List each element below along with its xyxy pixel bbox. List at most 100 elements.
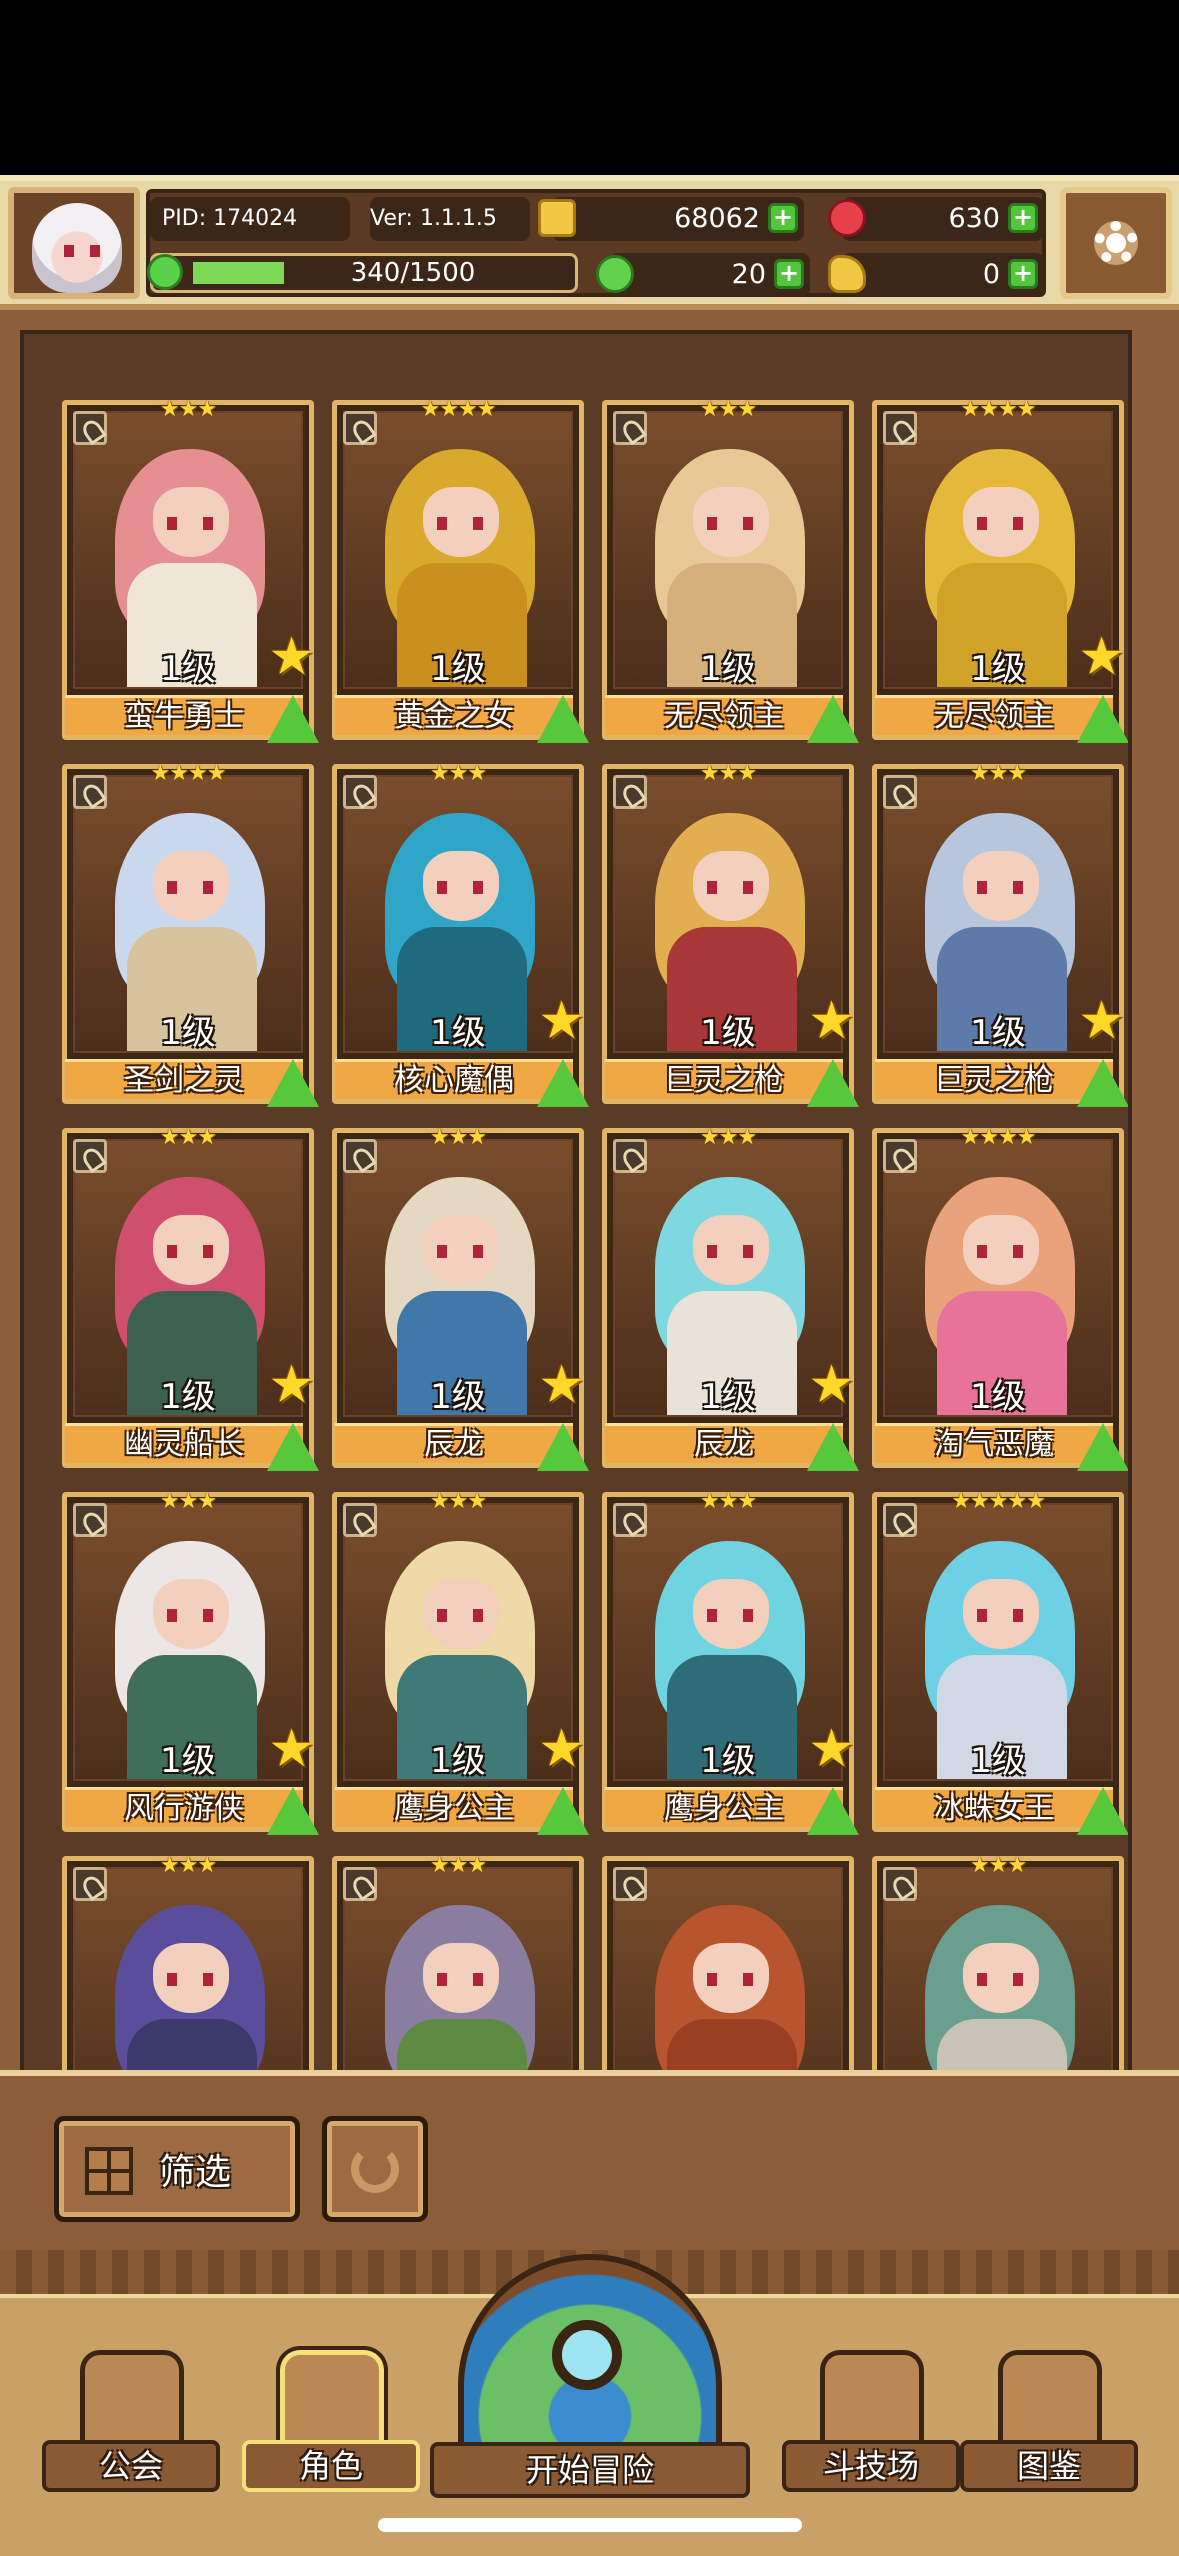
character-portrait bbox=[73, 1867, 303, 2070]
portrait-eye bbox=[707, 1245, 717, 1258]
character-level: 1级 bbox=[970, 1377, 1026, 1417]
star-rating: ★★★ bbox=[969, 761, 1027, 786]
character-card[interactable]: ★★★ 1级 ★ 核心魔偶 bbox=[332, 761, 589, 1107]
favorite-star-icon: ★ bbox=[1078, 627, 1125, 687]
character-card[interactable]: ★★★ 1级 ★ 鹰身公主 bbox=[332, 1489, 589, 1835]
favorite-star-icon: ★ bbox=[538, 991, 585, 1051]
portrait-eye bbox=[473, 1609, 483, 1622]
gold-counter: 68062 + bbox=[538, 197, 804, 241]
refresh-button[interactable] bbox=[322, 2116, 428, 2222]
avatar-face bbox=[32, 203, 122, 293]
character-card[interactable]: ★★★ bbox=[872, 1853, 1124, 2070]
character-card[interactable]: ★★★ 1级 ★ 辰龙 bbox=[332, 1125, 589, 1471]
upgrade-arrow-icon bbox=[807, 695, 859, 743]
character-portrait bbox=[883, 1867, 1113, 2070]
gold-coin-icon bbox=[538, 199, 576, 237]
upgrade-arrow-icon bbox=[807, 1787, 859, 1835]
upgrade-arrow-icon bbox=[1077, 1787, 1128, 1835]
grid-icon bbox=[85, 2147, 133, 2195]
character-card[interactable]: ★★★ 1级 ★ 蛮牛勇士 bbox=[62, 397, 319, 743]
upgrade-arrow-icon bbox=[807, 1423, 859, 1471]
star-rating: ★★★ bbox=[159, 1489, 217, 1514]
portrait-face bbox=[423, 1215, 499, 1285]
portrait-eye bbox=[167, 1973, 177, 1986]
star-rating: ★★★ bbox=[699, 761, 757, 786]
star-rating: ★★★ bbox=[159, 397, 217, 422]
settings-button[interactable] bbox=[1060, 187, 1172, 299]
upgrade-arrow-icon bbox=[267, 1059, 319, 1107]
portrait-eye bbox=[707, 517, 717, 530]
character-card[interactable] bbox=[602, 1856, 854, 2070]
portrait-face bbox=[963, 487, 1039, 557]
favorite-star-icon: ★ bbox=[268, 1719, 315, 1779]
upgrade-arrow-icon bbox=[537, 695, 589, 743]
portrait-eye bbox=[977, 1973, 987, 1986]
portrait-face bbox=[963, 1943, 1039, 2013]
upgrade-arrow-icon bbox=[537, 1059, 589, 1107]
portrait-eye bbox=[167, 1245, 177, 1258]
filter-button[interactable]: 筛选 bbox=[54, 2116, 300, 2222]
refresh-icon bbox=[351, 2145, 399, 2193]
portrait-eye bbox=[473, 1973, 483, 1986]
character-card[interactable]: ★★★★ 1级 淘气恶魔 bbox=[872, 1125, 1128, 1471]
character-card[interactable]: ★★★ 1级 ★ 辰龙 bbox=[602, 1125, 859, 1471]
nav-start-adventure[interactable]: 开始冒险 bbox=[430, 2254, 750, 2554]
nav-codex[interactable]: 图鉴 bbox=[960, 2310, 1138, 2492]
lock-icon[interactable] bbox=[613, 1867, 647, 1901]
nav-arena[interactable]: 斗技场 bbox=[782, 2310, 960, 2492]
character-card[interactable]: ★★★ 1级 ★ 鹰身公主 bbox=[602, 1489, 859, 1835]
portrait-eye bbox=[203, 1973, 213, 1986]
xp-icon bbox=[147, 254, 183, 290]
home-indicator[interactable] bbox=[378, 2518, 802, 2532]
portrait-eye bbox=[473, 517, 483, 530]
portrait-eye bbox=[1013, 1609, 1023, 1622]
hand-value: 0 bbox=[982, 259, 1000, 290]
character-card[interactable]: ★★★ 1级 ★ 巨灵之枪 bbox=[602, 761, 859, 1107]
nav-roles-label: 角色 bbox=[242, 2440, 420, 2492]
add-hand-button[interactable]: + bbox=[1008, 259, 1038, 289]
nav-roles[interactable]: 角色 bbox=[242, 2310, 420, 2492]
character-card[interactable]: ★★★ 1级 ★ 幽灵船长 bbox=[62, 1125, 319, 1471]
add-clover-button[interactable]: + bbox=[774, 259, 804, 289]
portrait-face bbox=[153, 851, 229, 921]
character-card[interactable]: ★★★★ 1级 ★ 无尽领主 bbox=[872, 397, 1128, 743]
star-rating: ★★★ bbox=[159, 1125, 217, 1150]
character-card[interactable]: ★★★ 1级 ★ 风行游侠 bbox=[62, 1489, 319, 1835]
portrait-eye bbox=[977, 1245, 987, 1258]
favorite-star-icon: ★ bbox=[808, 1719, 855, 1779]
version-label: Ver: 1.1.1.5 bbox=[370, 197, 530, 241]
character-card[interactable]: ★★★★ 1级 黄金之女 bbox=[332, 397, 589, 743]
add-gold-button[interactable]: + bbox=[768, 203, 798, 233]
character-card[interactable]: ★★★ bbox=[332, 1853, 584, 2070]
character-card[interactable]: ★★★★ 1级 圣剑之灵 bbox=[62, 761, 319, 1107]
portrait-body bbox=[667, 2019, 797, 2070]
character-card[interactable]: ★★★★★ 1级 冰蛛女王 bbox=[872, 1489, 1128, 1835]
character-grid-frame[interactable]: ★★★ 1级 ★ 蛮牛勇士 ★★★★ 1级 黄金之女 ★★★ 1级 无尽领主 ★… bbox=[20, 330, 1132, 2070]
portrait-eye bbox=[977, 1609, 987, 1622]
portrait-eye bbox=[743, 1245, 753, 1258]
portrait-face bbox=[693, 851, 769, 921]
portrait-face bbox=[423, 1579, 499, 1649]
favorite-star-icon: ★ bbox=[268, 627, 315, 687]
favorite-star-icon: ★ bbox=[808, 1355, 855, 1415]
upgrade-arrow-icon bbox=[537, 1787, 589, 1835]
character-card[interactable]: ★★★ 1级 无尽领主 bbox=[602, 397, 859, 743]
nav-guild[interactable]: 公会 bbox=[42, 2310, 220, 2492]
status-bar-area bbox=[0, 0, 1179, 175]
upgrade-arrow-icon bbox=[267, 1787, 319, 1835]
favorite-star-icon: ★ bbox=[1078, 991, 1125, 1051]
gem-counter: 630 + bbox=[828, 197, 1044, 241]
top-header: PID: 174024 Ver: 1.1.1.5 340/1500 68062 … bbox=[0, 175, 1179, 310]
character-card[interactable]: ★★★ bbox=[62, 1853, 314, 2070]
gold-value: 68062 bbox=[674, 203, 760, 234]
portrait-eye bbox=[743, 1973, 753, 1986]
portrait-face bbox=[153, 1579, 229, 1649]
portrait-eye bbox=[437, 517, 447, 530]
red-gem-icon bbox=[828, 199, 866, 237]
add-gem-button[interactable]: + bbox=[1008, 203, 1038, 233]
nav-codex-label: 图鉴 bbox=[960, 2440, 1138, 2492]
player-avatar[interactable] bbox=[8, 187, 140, 299]
portrait-face bbox=[423, 1943, 499, 2013]
character-card[interactable]: ★★★ 1级 ★ 巨灵之枪 bbox=[872, 761, 1128, 1107]
favorite-star-icon: ★ bbox=[538, 1355, 585, 1415]
